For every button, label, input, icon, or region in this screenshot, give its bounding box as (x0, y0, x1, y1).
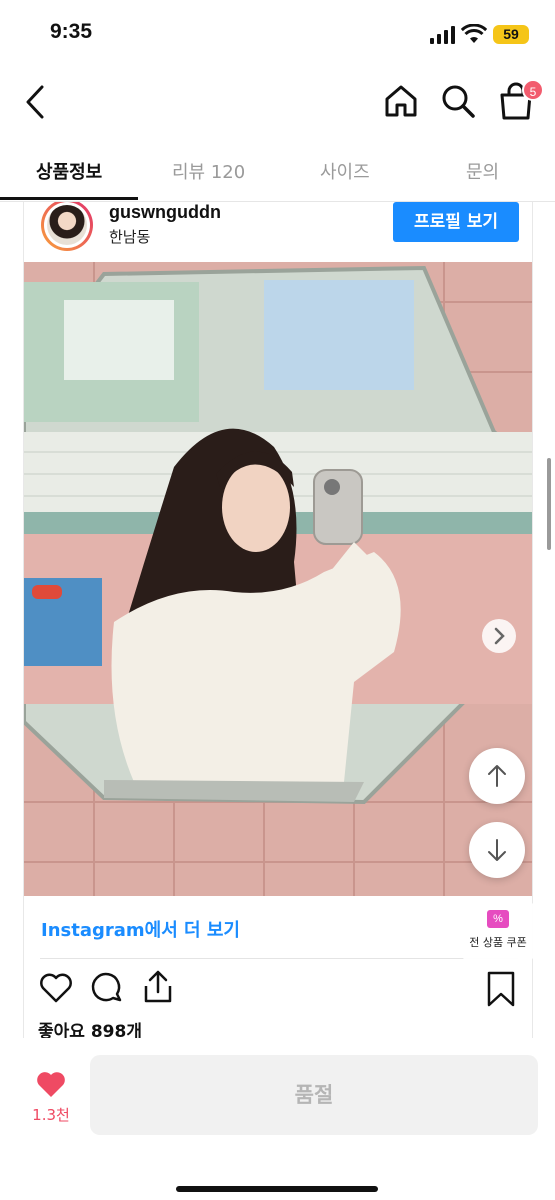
bookmark-icon[interactable] (484, 970, 518, 1008)
post-location: 한남동 (109, 228, 151, 246)
chevron-right-icon (494, 627, 505, 645)
coupon-button[interactable]: % 전 상품 쿠폰 (462, 900, 534, 962)
scroll-down-button[interactable] (469, 822, 525, 878)
active-tab-indicator (0, 197, 138, 200)
soldout-button[interactable]: 품절 (90, 1055, 538, 1135)
status-time: 9:35 (50, 20, 93, 43)
carousel-next-button[interactable] (482, 619, 516, 653)
heart-filled-icon[interactable] (36, 1070, 66, 1098)
scroll-up-button[interactable] (469, 748, 525, 804)
wifi-icon (461, 24, 487, 43)
home-icon[interactable] (382, 82, 420, 120)
tab-inquiry[interactable]: 문의 (466, 158, 499, 184)
arrow-up-icon (488, 765, 506, 787)
battery-indicator: 59 (493, 25, 529, 44)
post-photo[interactable] (24, 262, 532, 896)
tab-size[interactable]: 사이즈 (320, 158, 370, 184)
heart-outline-icon[interactable] (38, 970, 74, 1006)
coupon-icon: % (487, 910, 509, 928)
share-icon[interactable] (140, 968, 176, 1006)
bottom-action-bar: 1.3천 품절 (0, 1038, 555, 1200)
scrollbar[interactable] (547, 458, 551, 550)
instagram-post-card: guswnguddn 한남동 프로필 보기 Instagram에서 더 보기 좋… (23, 202, 533, 1038)
home-indicator (176, 1186, 378, 1192)
coupon-label: 전 상품 쿠폰 (469, 936, 527, 949)
post-photo-image (24, 262, 532, 896)
post-divider (40, 958, 518, 959)
post-likes-count: 좋아요 898개 (38, 1022, 142, 1038)
wish-count: 1.3천 (32, 1106, 70, 1124)
view-profile-button[interactable]: 프로필 보기 (393, 202, 519, 242)
post-username[interactable]: guswnguddn (109, 202, 221, 223)
status-bar: 9:35 59 (0, 0, 555, 70)
comment-icon[interactable] (89, 970, 125, 1006)
tab-product-info[interactable]: 상품정보 (36, 158, 102, 184)
back-icon[interactable] (20, 82, 50, 122)
avatar[interactable] (41, 202, 93, 251)
tab-reviews[interactable]: 리뷰 120 (172, 158, 245, 184)
search-icon[interactable] (439, 82, 477, 120)
instagram-more-link[interactable]: Instagram에서 더 보기 (41, 916, 240, 942)
arrow-down-icon (488, 839, 506, 861)
signal-icon (430, 26, 455, 44)
product-tabs: 상품정보 리뷰 120 사이즈 문의 (0, 150, 555, 202)
cart-count-badge: 5 (522, 79, 544, 101)
